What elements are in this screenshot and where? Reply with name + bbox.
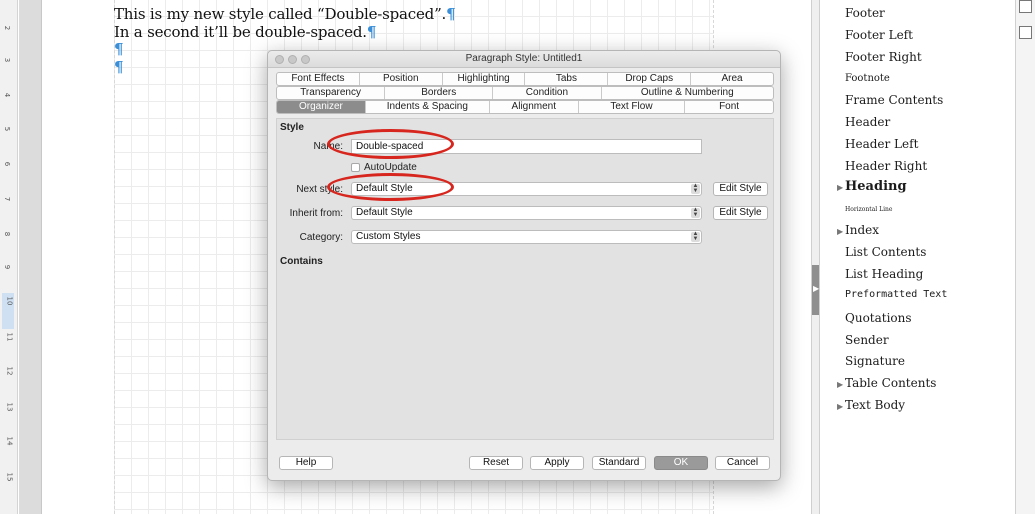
style-item[interactable]: Footnote [845,73,890,84]
document-line-text: This is my new style called “Double-spac… [114,5,447,23]
pilcrow-mark: ¶ [114,40,124,58]
sidebar-deck [1015,0,1035,514]
ruler-number: 9 [3,264,12,270]
style-item[interactable]: Footer [845,6,885,20]
help-button[interactable]: Help [279,456,333,470]
cancel-button[interactable]: Cancel [715,456,770,470]
tab-row: Organizer Indents & Spacing Alignment Te… [276,100,774,114]
tab-font[interactable]: Font [685,101,773,113]
ruler-number: 7 [3,196,12,202]
style-item[interactable]: Heading [845,179,907,194]
autoupdate-label: AutoUpdate [364,162,417,173]
style-item[interactable]: Signature [845,354,905,368]
expand-arrow-icon[interactable]: ▶ [837,402,843,411]
document-line-text: In a second it’ll be double-spaced. [114,23,367,41]
style-item[interactable]: Header Left [845,137,918,151]
style-item[interactable]: Preformatted Text [845,289,947,300]
tab-row: Font Effects Position Highlighting Tabs … [276,72,774,86]
style-item[interactable]: Sender [845,333,889,347]
tab-indents-spacing[interactable]: Indents & Spacing [366,101,490,113]
style-item[interactable]: Horizontal Line [845,206,892,213]
style-item[interactable]: Header [845,115,890,129]
style-item[interactable]: Text Body [845,398,905,412]
next-style-annotation-ellipse [327,173,454,201]
tab-outline-numbering[interactable]: Outline & Numbering [602,87,773,99]
style-item[interactable]: Index [845,223,879,237]
apply-button[interactable]: Apply [530,456,584,470]
select-arrows-icon: ▲ ▼ [691,207,700,218]
tab-alignment[interactable]: Alignment [490,101,579,113]
tab-condition[interactable]: Condition [493,87,602,99]
tab-area[interactable]: Area [691,73,773,85]
ruler-number: 3 [3,57,12,63]
dialog-title: Paragraph Style: Untitled1 [465,53,583,64]
tab-highlighting[interactable]: Highlighting [443,73,526,85]
category-value: Custom Styles [356,231,421,242]
ruler-number: 12 [5,366,14,376]
ruler-number: 4 [3,92,12,98]
document-line[interactable]: In a second it’ll be double-spaced.¶ [114,23,376,41]
dialog-titlebar[interactable]: Paragraph Style: Untitled1 [268,51,780,68]
properties-icon[interactable] [1019,0,1032,13]
style-item[interactable]: Quotations [845,311,912,325]
style-section-heading: Style [280,122,304,133]
inherit-from-value: Default Style [356,207,413,218]
styles-panel: Footer Footer Left Footer Right Footnote… [820,0,1015,514]
select-arrows-icon: ▲ ▼ [691,183,700,194]
style-item[interactable]: Footer Right [845,50,922,64]
ruler-number: 15 [5,472,14,482]
tab-row: Transparency Borders Condition Outline &… [276,86,774,100]
tab-drop-caps[interactable]: Drop Caps [608,73,692,85]
category-select[interactable]: Custom Styles ▲ ▼ [351,230,702,244]
ruler-number: 6 [3,161,12,167]
vertical-ruler: 2 3 4 5 6 7 8 9 10 11 12 13 14 15 [0,0,18,514]
ruler-number: 13 [5,402,14,412]
reset-button[interactable]: Reset [469,456,523,470]
style-item[interactable]: Table Contents [845,376,936,390]
expand-arrow-icon[interactable]: ▶ [837,227,843,236]
inherit-from-label: Inherit from: [289,208,343,219]
style-item[interactable]: Footer Left [845,28,913,42]
ruler-number: 2 [3,25,12,31]
expand-arrow-icon[interactable]: ▶ [837,183,843,192]
page-gutter [19,0,41,514]
style-item[interactable]: Frame Contents [845,93,943,107]
tab-font-effects[interactable]: Font Effects [277,73,360,85]
ruler-number: 14 [5,436,14,446]
tab-borders[interactable]: Borders [385,87,494,99]
edit-next-style-button[interactable]: Edit Style [713,182,768,196]
pilcrow-mark: ¶ [366,23,377,41]
edit-inherit-style-button[interactable]: Edit Style [713,206,768,220]
ok-button[interactable]: OK [654,456,708,470]
category-label: Category: [299,232,343,243]
ruler-number: 11 [5,332,14,342]
document-line[interactable]: This is my new style called “Double-spac… [114,5,456,23]
expand-arrow-icon[interactable]: ▶ [837,380,843,389]
pilcrow-mark: ¶ [446,5,456,23]
tab-bar: Font Effects Position Highlighting Tabs … [276,72,774,114]
tab-transparency[interactable]: Transparency [277,87,386,99]
tab-organizer[interactable]: Organizer [277,101,366,113]
inherit-from-select[interactable]: Default Style ▲ ▼ [351,206,702,220]
ruler-number: 5 [3,126,12,132]
tab-text-flow[interactable]: Text Flow [579,101,686,113]
collapse-arrow-icon[interactable]: ▶ [813,284,819,293]
style-item[interactable]: Header Right [845,159,927,173]
contains-section-heading: Contains [280,256,323,267]
ruler-number: 10 [5,296,14,306]
organizer-panel: Style Name: Double-spaced AutoUpdate Nex… [276,118,774,440]
paragraph-style-dialog: Paragraph Style: Untitled1 Font Effects … [267,50,781,481]
standard-button[interactable]: Standard [592,456,646,470]
select-arrows-icon: ▲ ▼ [691,231,700,242]
ruler-number: 8 [3,231,12,237]
tab-tabs[interactable]: Tabs [525,73,609,85]
style-item[interactable]: List Contents [845,245,926,259]
style-item[interactable]: List Heading [845,267,923,281]
styles-icon[interactable] [1019,26,1032,39]
pilcrow-mark: ¶ [114,58,124,76]
sidebar-splitter[interactable] [811,0,820,514]
tab-position[interactable]: Position [360,73,443,85]
name-annotation-ellipse [327,129,454,159]
autoupdate-checkbox[interactable] [351,163,360,172]
